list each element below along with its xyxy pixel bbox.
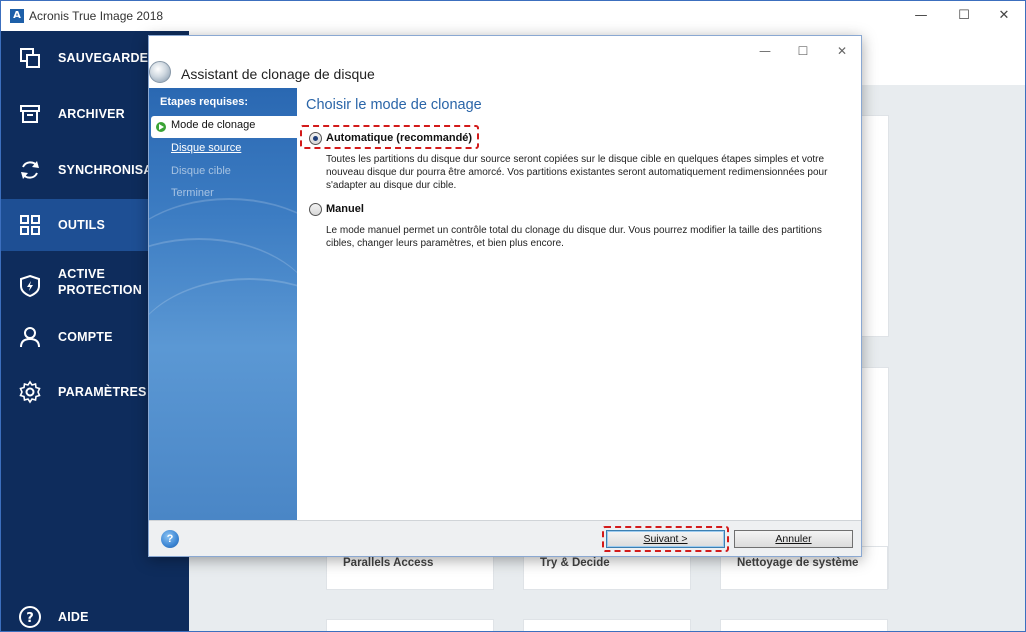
option-label-manuel[interactable]: Manuel xyxy=(326,203,364,215)
sidebar-item-label: OUTILS xyxy=(58,218,106,232)
tool-card[interactable] xyxy=(523,619,691,631)
sidebar-item-label: COMPTE xyxy=(58,330,113,344)
step-disque-source[interactable]: Disque source xyxy=(171,142,241,154)
dialog-close-button[interactable]: ✕ xyxy=(824,41,860,61)
decorative-wave xyxy=(149,278,297,438)
archive-box-icon xyxy=(17,101,43,127)
option-description-automatique: Toutes les partitions du disque dur sour… xyxy=(326,154,828,191)
disk-clone-icon xyxy=(149,61,171,83)
maximize-button[interactable]: ☐ xyxy=(944,5,984,27)
step-mode-de-clonage: Mode de clonage xyxy=(171,119,256,131)
sidebar-item-label: ACTIVE xyxy=(58,267,106,281)
shield-icon xyxy=(17,273,43,299)
svg-text:?: ? xyxy=(26,611,34,626)
current-step-arrow-icon xyxy=(156,122,166,132)
sidebar-item-label: ARCHIVER xyxy=(58,107,125,121)
tools-grid-icon xyxy=(17,212,43,238)
clone-disk-wizard-dialog: Assistant de clonage de disque — ☐ ✕ Eta… xyxy=(148,35,862,557)
sidebar-item-label-line2: PROTECTION xyxy=(58,283,142,297)
window-title: Acronis True Image 2018 xyxy=(29,9,164,23)
tool-card[interactable] xyxy=(326,619,494,631)
sidebar-item-aide[interactable]: ? AIDE xyxy=(1,591,189,631)
dialog-title-bar: Assistant de clonage de disque — ☐ ✕ xyxy=(149,36,861,88)
acronis-logo-icon: A xyxy=(10,9,24,23)
panel-heading: Choisir le mode de clonage xyxy=(306,97,482,113)
tool-card-label: Nettoyage de système xyxy=(737,557,859,569)
dialog-title: Assistant de clonage de disque xyxy=(181,66,375,82)
tool-card-label: Try & Decide xyxy=(540,557,610,569)
title-bar: A Acronis True Image 2018 — ☐ ✕ xyxy=(1,1,1025,31)
sidebar-item-label: SYNCHRONISAT xyxy=(58,163,160,177)
next-button[interactable]: Suivant > xyxy=(606,530,725,548)
cancel-button[interactable]: Annuler xyxy=(734,530,853,548)
step-terminer: Terminer xyxy=(171,187,214,199)
sidebar-item-label: SAUVEGARDE xyxy=(58,51,149,65)
backup-copy-icon xyxy=(17,45,43,71)
step-disque-cible: Disque cible xyxy=(171,165,231,177)
sidebar-item-label: PARAMÈTRES xyxy=(58,385,147,399)
sidebar-item-label: AIDE xyxy=(58,610,89,624)
radio-automatique[interactable] xyxy=(309,132,322,145)
gear-icon xyxy=(17,379,43,405)
steps-title: Etapes requises: xyxy=(160,96,249,108)
wizard-steps-panel: Etapes requises: Mode de clonage Disque … xyxy=(149,88,297,520)
option-description-manuel: Le mode manuel permet un contrôle total … xyxy=(326,225,822,249)
user-icon xyxy=(17,324,43,350)
dialog-maximize-button[interactable]: ☐ xyxy=(785,41,821,61)
dialog-footer: ? Suivant > Annuler xyxy=(149,520,861,556)
dialog-minimize-button[interactable]: — xyxy=(747,41,783,61)
radio-manuel[interactable] xyxy=(309,203,322,216)
sync-icon xyxy=(17,157,43,183)
minimize-button[interactable]: — xyxy=(901,5,941,27)
wizard-main-panel: Choisir le mode de clonage Automatique (… xyxy=(297,88,861,520)
help-icon[interactable]: ? xyxy=(161,530,179,548)
help-circle-icon: ? xyxy=(17,604,43,630)
option-label-automatique[interactable]: Automatique (recommandé) xyxy=(326,132,472,144)
tool-card-label: Parallels Access xyxy=(343,557,434,569)
close-button[interactable]: ✕ xyxy=(984,5,1024,27)
tool-card[interactable] xyxy=(720,619,888,631)
